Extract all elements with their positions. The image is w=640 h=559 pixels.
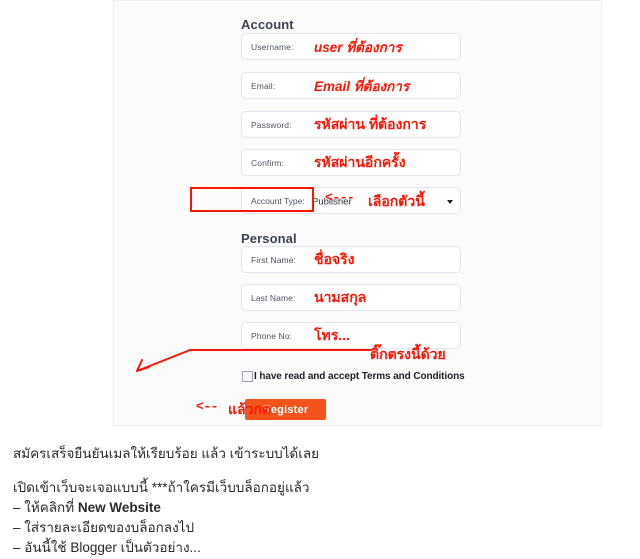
press-arrow-annotation: <-- — [196, 399, 218, 414]
terms-label: I have read and accept Terms and Conditi… — [254, 371, 465, 382]
copy-line-2-3: – อันนี้ใช้ Blogger เป็นตัวอย่าง... — [13, 540, 201, 555]
username-value: user ที่ต้องการ — [314, 39, 402, 55]
password-value: รหัสผ่าน ที่ต้องการ — [314, 115, 427, 132]
confirm-password-label: Confirm: — [251, 157, 284, 168]
bottom-copy: สมัครเสร็จยืนยันเมลให้เรียบร้อย แล้ว เข้… — [13, 444, 625, 558]
copy-line-2-0: เปิดเข้าเว็บจะเจอแบบนี้ ***ถ้าใครมีเว็บบ… — [13, 480, 310, 495]
phone-label: Phone No: — [251, 330, 293, 341]
terms-row[interactable]: I have read and accept Terms and Conditi… — [242, 371, 465, 382]
account-section-heading: Account — [241, 17, 294, 32]
select-annotation-text: เลือกตัวนี้ — [368, 193, 425, 209]
copy-line-2-2: – ใส่รายละเอียดของบล็อกลงไป — [13, 520, 195, 535]
username-field[interactable]: Username: user ที่ต้องการ — [241, 33, 461, 60]
registration-form-panel: Account Username: user ที่ต้องการ Email:… — [113, 0, 602, 426]
confirm-password-field[interactable]: Confirm: รหัสผ่านอีกครั้ง — [241, 149, 461, 176]
copy-line-2-1-text: – ให้คลิกที่ — [13, 500, 78, 515]
email-label: Email: — [251, 80, 276, 91]
first-name-field[interactable]: First Name: ชื่อจริง — [241, 246, 461, 273]
username-label: Username: — [251, 41, 294, 52]
first-name-label: First Name: — [251, 254, 297, 265]
press-annotation-text: แล้วกด — [228, 401, 272, 417]
chevron-down-icon — [447, 199, 453, 204]
select-arrow-annotation: <--- — [325, 190, 355, 205]
last-name-label: Last Name: — [251, 292, 296, 303]
copy-paragraph-1: สมัครเสร็จยืนยันเมลให้เรียบร้อย แล้ว เข้… — [13, 446, 320, 461]
checkbox-annotation-text: ติ๊กตรงนี้ด้วย — [370, 346, 446, 362]
last-name-value: นามสกุล — [314, 288, 367, 305]
email-value: Email ที่ต้องการ — [314, 78, 410, 94]
password-field[interactable]: Password: รหัสผ่าน ที่ต้องการ — [241, 111, 461, 138]
password-label: Password: — [251, 119, 292, 130]
personal-section-heading: Personal — [241, 231, 297, 246]
last-name-field[interactable]: Last Name: นามสกุล — [241, 284, 461, 311]
email-field[interactable]: Email: Email ที่ต้องการ — [241, 72, 461, 99]
phone-value: โทร... — [314, 326, 350, 343]
copy-line-2-1: – ให้คลิกที่ New Website — [13, 498, 625, 518]
first-name-value: ชื่อจริง — [314, 250, 355, 267]
terms-checkbox[interactable] — [242, 371, 253, 382]
new-website-link[interactable]: New Website — [78, 500, 161, 515]
select-highlight-annotation — [190, 187, 314, 212]
confirm-password-value: รหัสผ่านอีกครั้ง — [314, 153, 406, 170]
